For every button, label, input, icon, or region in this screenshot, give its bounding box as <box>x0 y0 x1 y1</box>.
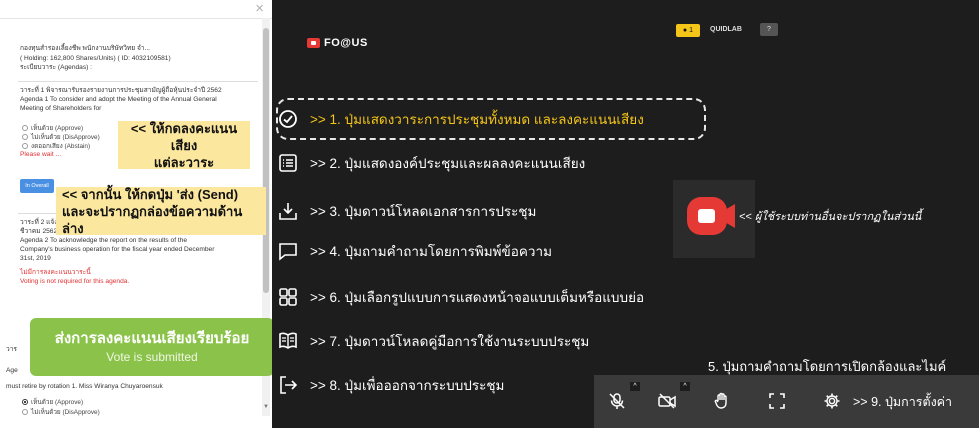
tooltip-line: และจะปรากฏกล่องข้อความด้านล่าง <box>62 203 243 236</box>
menu-label: >> 4. ปุ่มถามคำถามโดยการพิมพ์ข้อความ <box>310 244 552 259</box>
check-circle-icon[interactable] <box>278 109 298 129</box>
gear-icon <box>824 393 840 409</box>
mic-off-icon <box>609 393 625 409</box>
meeting-screen: FO@US ● 1 QUIDLAB ? >> 1. ปุ่มแสดงวาระกา… <box>272 0 979 428</box>
fullscreen-icon <box>769 393 785 409</box>
user-badge[interactable]: ● 1 <box>676 24 700 37</box>
menu-label: >> 1. ปุ่มแสดงวาระการประชุมทั้งหมด และลง… <box>310 112 644 127</box>
agenda2-title-en: Agenda 2 To acknowledge the report on th… <box>20 237 188 244</box>
agenda2-title-en-2: Company's business operation for the fis… <box>20 246 215 253</box>
divider <box>18 81 258 82</box>
logo-camera-icon <box>307 38 320 48</box>
media-control-bar: ^ ^ >> 9. ปุ่มการตั้งค่า <box>594 375 979 428</box>
radio-button[interactable] <box>22 134 28 140</box>
option-label: ไม่เห็นด้วย (DisApprove) <box>31 409 100 416</box>
help-button[interactable]: ? <box>760 23 778 36</box>
mic-toggle-button[interactable] <box>604 388 630 414</box>
agenda2-title-en-3: 31st, 2019 <box>20 255 51 262</box>
close-icon[interactable]: × <box>255 1 264 16</box>
company-name: กองทุนสำรองเลี้ยงชีพ พนักงานบริษัทวิทย จ… <box>20 45 151 52</box>
list-icon[interactable] <box>278 153 298 173</box>
scrollbar-thumb[interactable] <box>263 28 269 293</box>
option-label: เห็นด้วย (Approve) <box>31 399 84 406</box>
menu-item-download-manual[interactable]: >> 7. ปุ่มดาวน์โหลดคู่มือการใช้งานระบบปร… <box>278 326 589 356</box>
menu-item-screen-layout[interactable]: >> 6. ปุ่มเลือกรูปแบบการแสดงหน้าจอแบบเต็… <box>278 282 644 312</box>
agenda1-title-en: Agenda 1 To consider and adopt the Meeti… <box>20 96 217 103</box>
holding-info: ( Holding: 162,800 Shares/Units) ( ID: 4… <box>20 55 171 62</box>
scroll-down-icon[interactable]: ▼ <box>263 404 269 410</box>
option-label: งดออกเสียง (Abstain) <box>31 143 91 150</box>
settings-button[interactable] <box>819 388 845 414</box>
mic-options-caret[interactable]: ^ <box>630 382 640 391</box>
radio-button[interactable] <box>22 399 28 405</box>
voting-panel: × กองทุนสำรองเลี้ยงชีพ พนักงานบริษัทวิทย… <box>0 0 272 428</box>
logo-text: FO@US <box>324 37 368 49</box>
manual-book-icon[interactable] <box>278 331 298 351</box>
agenda3-approve-option[interactable]: เห็นด้วย (Approve) <box>22 397 83 407</box>
no-vote-en: Voting is not required for this agenda. <box>20 278 130 285</box>
agenda3-disapprove-option[interactable]: ไม่เห็นด้วย (DisApprove) <box>22 407 100 417</box>
settings-label: >> 9. ปุ่มการตั้งค่า <box>853 395 953 409</box>
menu-item-exit-meeting[interactable]: >> 8. ปุ่มเพื่อออกจากระบบประชุม <box>278 370 504 400</box>
fullscreen-button[interactable] <box>764 388 790 414</box>
menu-label: >> 6. ปุ่มเลือกรูปแบบการแสดงหน้าจอแบบเต็… <box>310 290 645 305</box>
user-badge-count: 1 <box>689 27 694 34</box>
menu-item-agenda-vote[interactable]: >> 1. ปุ่มแสดงวาระการประชุมทั้งหมด และลง… <box>278 104 644 134</box>
chat-icon[interactable] <box>278 241 298 261</box>
layout-grid-icon[interactable] <box>278 287 298 307</box>
radio-button[interactable] <box>22 409 28 415</box>
tooltip-line: แต่ละวาระ <box>153 154 215 170</box>
tooltip-line: << จากนั้น ให้กดปุ่ม 'ส่ง (Send) <box>62 186 239 202</box>
menu-label: >> 2. ปุ่มแสดงองค์ประชุมและผลลงคะแนนเสีย… <box>310 156 586 171</box>
camera-mic-caption: 5. ปุ่มถามคำถามโดยการเปิดกล้องและไมค์ <box>708 359 947 374</box>
menu-item-quorum-results[interactable]: >> 2. ปุ่มแสดงองค์ประชุมและผลลงคะแนนเสีย… <box>278 148 585 178</box>
user-icon: ● <box>682 27 688 34</box>
agenda3-title-en: must retire by rotation 1. Miss Wiranya … <box>6 383 163 390</box>
camera-off-icon <box>658 393 676 409</box>
radio-button[interactable] <box>22 125 28 131</box>
camera-toggle-button[interactable] <box>654 388 680 414</box>
menu-item-ask-question-text[interactable]: >> 4. ปุ่มถามคำถามโดยการพิมพ์ข้อความ <box>278 236 552 266</box>
menu-label: >> 7. ปุ่มดาวน์โหลดคู่มือการใช้งานระบบปร… <box>310 334 590 349</box>
raise-hand-button[interactable] <box>709 388 735 414</box>
radio-button[interactable] <box>22 143 28 149</box>
agenda1-abstain-option[interactable]: งดออกเสียง (Abstain) <box>22 141 90 151</box>
exit-icon[interactable] <box>278 375 298 395</box>
vote-submitted-toast: ส่งการลงคะแนนเสียงเรียบร้อย Vote is subm… <box>30 318 272 376</box>
menu-label: >> 8. ปุ่มเพื่อออกจากระบบประชุม <box>310 378 505 393</box>
download-icon[interactable] <box>278 201 298 221</box>
focus-logo: FO@US <box>307 37 368 49</box>
send-button[interactable]: In Overall <box>20 179 54 193</box>
video-camera-icon <box>687 197 735 235</box>
user-name: QUIDLAB <box>710 26 742 33</box>
agenda1-title-th: วาระที่ 1 พิจารณารับรองรายงานการประชุมสา… <box>20 87 222 94</box>
vote-instruction-tooltip: << ให้กดลงคะแนนเสียง แต่ละวาระ <box>118 120 250 170</box>
submitted-text-en: Vote is submitted <box>106 350 198 364</box>
tooltip-line: << ให้กดลงคะแนนเสียง <box>130 120 238 153</box>
submitted-text-th: ส่งการลงคะแนนเสียงเรียบร้อย <box>54 330 250 347</box>
participant-area-note: << ผู้ใช้ระบบท่านอื่นจะปรากฏในส่วนนี้ <box>739 211 922 223</box>
agenda-header: ระเบียบวาระ (Agendas) : <box>20 64 92 71</box>
menu-item-download-documents[interactable]: >> 3. ปุ่มดาวน์โหลดเอกสารการประชุม <box>278 196 536 226</box>
menu-label: >> 3. ปุ่มดาวน์โหลดเอกสารการประชุม <box>310 204 537 219</box>
send-instruction-tooltip: << จากนั้น ให้กดปุ่ม 'ส่ง (Send) และจะปร… <box>56 186 266 236</box>
camera-options-caret[interactable]: ^ <box>680 382 690 391</box>
hand-icon <box>714 392 727 409</box>
no-vote-th: ไม่มีการลงคะแนนวาระนี้ <box>20 269 91 276</box>
agenda1-title-en-2: Meeting of Shareholders for <box>20 105 102 112</box>
